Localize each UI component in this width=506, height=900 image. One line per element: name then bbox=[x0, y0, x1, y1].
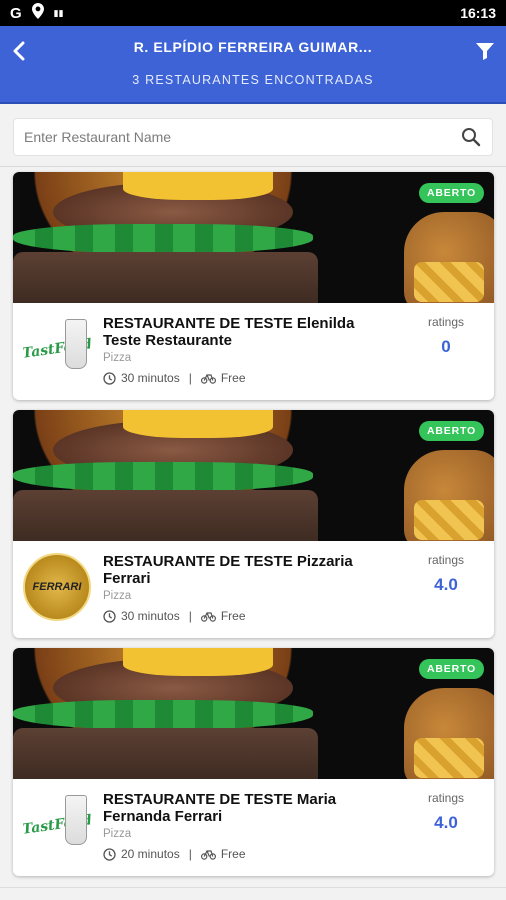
clock-icon bbox=[103, 371, 116, 385]
search-input[interactable] bbox=[24, 129, 460, 145]
filter-button[interactable] bbox=[472, 38, 498, 64]
header-title: R. ELPÍDIO FERREIRA GUIMAR... bbox=[133, 39, 373, 55]
restaurant-logo: TastFood bbox=[23, 315, 91, 383]
restaurant-meta: 30 minutos | Free bbox=[103, 371, 246, 385]
status-badge: ABERTO bbox=[419, 659, 484, 679]
divider bbox=[0, 166, 506, 167]
location-pin-icon bbox=[31, 3, 44, 23]
clock-icon bbox=[103, 847, 116, 861]
restaurant-info: FERRARI RESTAURANTE DE TESTE Pizzaria Fe… bbox=[13, 541, 494, 638]
search-bar[interactable] bbox=[13, 118, 493, 156]
bike-icon bbox=[200, 850, 216, 860]
status-time: 16:13 bbox=[460, 5, 496, 21]
restaurant-card[interactable]: ABERTO FERRARI RESTAURANTE DE TESTE Pizz… bbox=[13, 410, 494, 638]
restaurant-logo: TastFood bbox=[23, 791, 91, 859]
restaurant-name: RESTAURANTE DE TESTE Pizzaria Ferrari bbox=[103, 553, 353, 587]
delivery-fee: Free bbox=[220, 371, 246, 385]
restaurant-name: RESTAURANTE DE TESTE Elenilda Teste Rest… bbox=[103, 315, 355, 349]
delivery-fee: Free bbox=[220, 847, 246, 861]
delivery-time: 30 minutos bbox=[121, 609, 180, 623]
restaurant-name: RESTAURANTE DE TESTE Maria Fernanda Ferr… bbox=[103, 791, 337, 825]
ratings-label: ratings bbox=[427, 553, 465, 567]
status-badge: ABERTO bbox=[419, 183, 484, 203]
delivery-fee: Free bbox=[220, 609, 246, 623]
restaurant-banner: ABERTO bbox=[13, 410, 494, 541]
delivery-time: 20 minutos bbox=[121, 847, 180, 861]
search-icon[interactable] bbox=[460, 126, 482, 148]
restaurant-banner: ABERTO bbox=[13, 172, 494, 303]
results-count: 3 RESTAURANTES ENCONTRADAS bbox=[132, 73, 374, 87]
restaurant-category: Pizza bbox=[103, 828, 132, 840]
ratings-value: 4.0 bbox=[434, 575, 458, 594]
ratings-block: ratings 0 bbox=[416, 315, 476, 357]
ratings-block: ratings 4.0 bbox=[416, 553, 476, 595]
ratings-value: 4.0 bbox=[434, 813, 458, 832]
restaurant-banner: ABERTO bbox=[13, 648, 494, 779]
back-button[interactable] bbox=[6, 38, 32, 64]
status-bar: G ▮▮ 16:13 bbox=[0, 0, 506, 26]
restaurant-card[interactable]: ABERTO TastFood RESTAURANTE DE TESTE Mar… bbox=[13, 648, 494, 876]
status-badge: ABERTO bbox=[419, 421, 484, 441]
ratings-label: ratings bbox=[427, 791, 465, 805]
app-header: R. ELPÍDIO FERREIRA GUIMAR... 3 RESTAURA… bbox=[0, 26, 506, 104]
ratings-block: ratings 4.0 bbox=[416, 791, 476, 833]
filter-icon bbox=[476, 43, 494, 60]
status-icons: G ▮▮ bbox=[10, 3, 64, 23]
restaurant-info: TastFood RESTAURANTE DE TESTE Maria Fern… bbox=[13, 779, 494, 876]
restaurant-category: Pizza bbox=[103, 352, 132, 364]
restaurant-card[interactable]: ABERTO TastFood RESTAURANTE DE TESTE Ele… bbox=[13, 172, 494, 400]
bike-icon bbox=[200, 612, 216, 622]
restaurant-logo: FERRARI bbox=[23, 553, 91, 621]
google-g-icon: G bbox=[10, 4, 22, 22]
clock-icon bbox=[103, 609, 116, 623]
restaurant-meta: 30 minutos | Free bbox=[103, 609, 246, 623]
restaurant-info: TastFood RESTAURANTE DE TESTE Elenilda T… bbox=[13, 303, 494, 400]
delivery-time: 30 minutos bbox=[121, 371, 180, 385]
restaurant-category: Pizza bbox=[103, 590, 132, 602]
restaurant-meta: 20 minutos | Free bbox=[103, 847, 246, 861]
chevron-left-icon bbox=[13, 41, 25, 61]
list-end-divider bbox=[0, 887, 506, 900]
notification-icon: ▮▮ bbox=[53, 7, 64, 18]
bike-icon bbox=[200, 374, 216, 384]
ratings-value: 0 bbox=[441, 337, 451, 356]
ratings-label: ratings bbox=[427, 315, 465, 329]
